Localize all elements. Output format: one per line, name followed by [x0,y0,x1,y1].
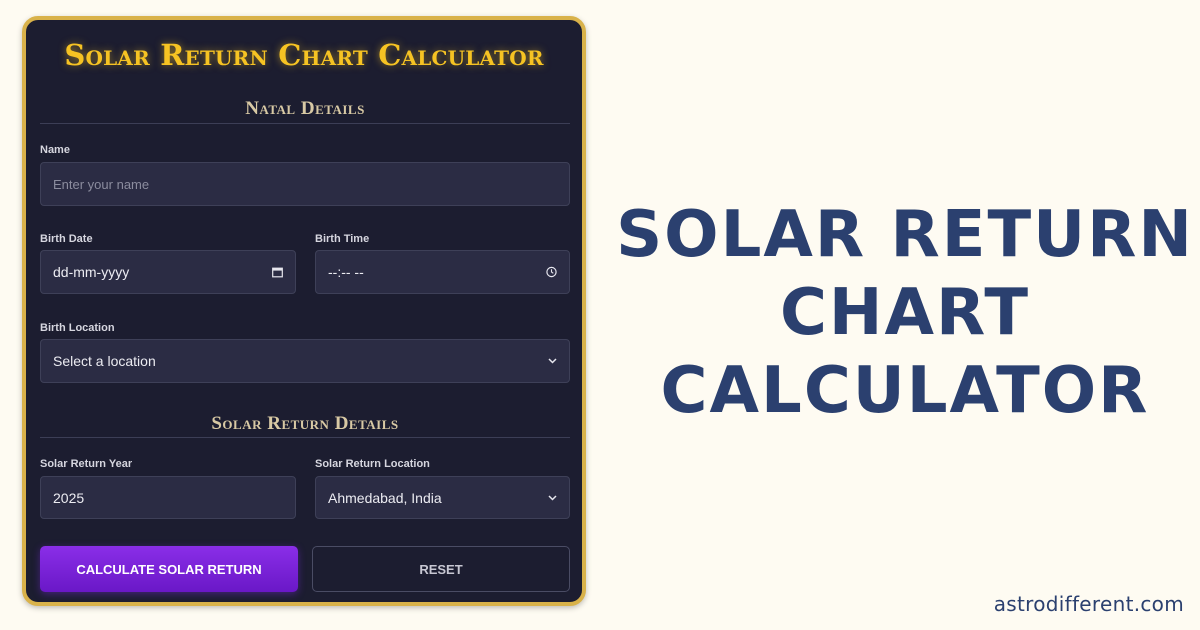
site-url: astrodifferent.com [993,592,1184,616]
headline: SOLAR RETURN CHART CALCULATOR [610,196,1200,430]
natal-divider [40,123,570,124]
headline-line-2: CHART [779,276,1031,350]
solar-return-location-value: Ahmedabad, India [328,489,442,506]
solar-return-section-title: Solar Return Details [211,413,399,434]
solar-return-year-value: 2025 [53,489,85,506]
solar-return-divider [40,437,570,438]
chevron-down-icon [548,358,557,364]
headline-line-3: CALCULATOR [660,354,1150,428]
birth-date-value: dd-mm-yyyy [53,264,130,280]
birth-location-label: Birth Location [40,322,115,334]
birth-location-value: Select a location [53,353,156,369]
name-placeholder: Enter your name [53,176,150,192]
name-label: Name [40,144,70,156]
birth-date-input[interactable]: dd-mm-yyyy [40,250,296,294]
solar-return-year-input[interactable]: 2025 [40,476,296,519]
solar-return-location-label: Solar Return Location [315,458,430,470]
headline-line-1: SOLAR RETURN [616,198,1194,272]
clock-icon[interactable] [546,266,557,278]
solar-return-year-label: Solar Return Year [40,458,133,470]
calendar-icon[interactable] [272,267,283,278]
card-title: Solar Return Chart Calculator [64,38,544,72]
chevron-down-icon [548,494,557,501]
calculator-card: Solar Return Chart Calculator Natal Deta… [22,16,586,606]
natal-section-title: Natal Details [245,98,365,119]
birth-location-select[interactable]: Select a location [40,339,570,383]
reset-button[interactable]: RESET [312,546,570,592]
birth-time-value: --:-- -- [328,264,364,280]
solar-return-location-select[interactable]: Ahmedabad, India [315,476,570,519]
calculate-solar-return-button[interactable]: CALCULATE SOLAR RETURN [40,546,298,592]
birth-time-input[interactable]: --:-- -- [315,250,570,294]
birth-date-label: Birth Date [40,233,93,245]
birth-time-label: Birth Time [315,233,370,245]
name-input[interactable]: Enter your name [40,162,570,206]
